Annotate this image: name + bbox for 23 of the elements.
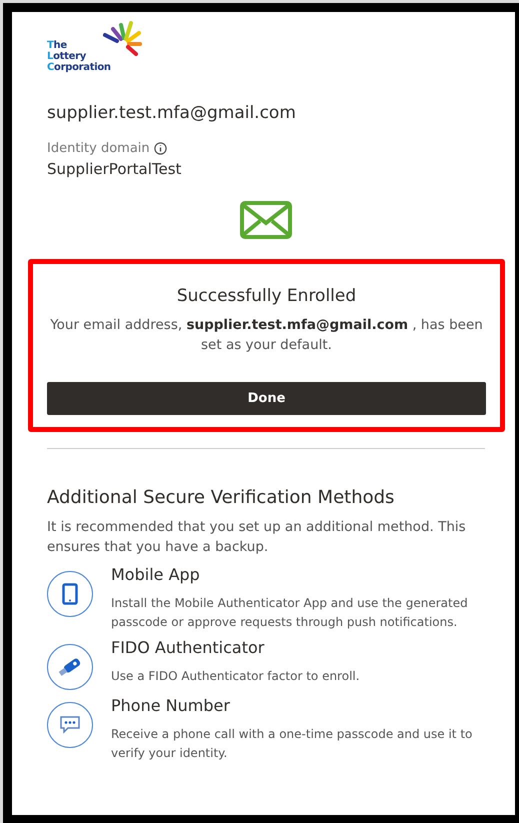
confirmation-message: Your email address, supplier.test.mfa@gmail.com , has been set as your default. xyxy=(49,316,484,355)
method-title[interactable]: FIDO Authenticator xyxy=(111,638,360,658)
confirmation-title: Successfully Enrolled xyxy=(176,286,358,306)
domain-value: SupplierPortalTest xyxy=(47,160,182,178)
section-description: It is recommended that you set up an additional method. This ensures that you have a backup. xyxy=(47,518,467,557)
user-email: supplier.test.mfa@gmail.com xyxy=(47,103,297,123)
domain-label: Identity domain xyxy=(47,141,150,156)
method-icon-circle[interactable] xyxy=(47,702,93,748)
method-title[interactable]: Mobile App xyxy=(111,565,485,585)
usb-key-icon xyxy=(57,657,83,677)
logo-text: The Lottery Corporation xyxy=(47,40,111,73)
method-description: Install the Mobile Authenticator App and use the generated passcode or approve requests through push notifications. xyxy=(111,595,469,631)
done-button[interactable]: Done xyxy=(47,382,486,415)
method-description: Receive a phone call with a one-time passcode and use it to verify your identity. xyxy=(111,726,474,762)
chat-bubble-icon xyxy=(59,715,81,735)
tablet-icon xyxy=(62,583,78,605)
envelope-icon xyxy=(240,201,292,239)
method-description: Use a FIDO Authenticator factor to enroll. xyxy=(111,668,360,685)
info-icon[interactable] xyxy=(154,142,167,155)
method-icon-circle[interactable] xyxy=(47,571,93,617)
section-heading: Additional Secure Verification Methods xyxy=(47,487,396,508)
method-icon-circle[interactable] xyxy=(47,644,93,690)
method-title[interactable]: Phone Number xyxy=(111,696,485,716)
